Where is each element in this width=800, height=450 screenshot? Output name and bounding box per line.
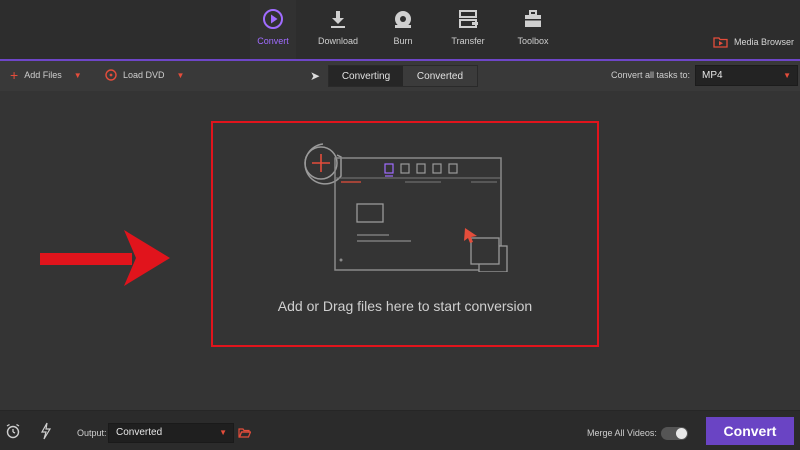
- drop-zone[interactable]: Add or Drag files here to start conversi…: [211, 121, 599, 347]
- convert-button[interactable]: Convert: [706, 417, 794, 445]
- top-nav: Convert Download Burn Transfer Toolbox M…: [0, 0, 800, 60]
- toggle-knob: [676, 428, 687, 439]
- tab-bar: Converting Converted: [328, 65, 478, 87]
- alarm-clock-icon[interactable]: [5, 423, 21, 439]
- nav-label: Burn: [393, 36, 413, 46]
- output-folder-value: Converted: [116, 427, 163, 438]
- play-circle-icon: [263, 9, 283, 29]
- bottom-bar: Output: Converted ▼ Merge All Videos: Co…: [0, 410, 800, 450]
- tab-converted[interactable]: Converted: [403, 66, 477, 86]
- chevron-down-icon: ▼: [783, 71, 791, 80]
- transfer-icon: [459, 10, 478, 28]
- tab-converting[interactable]: Converting: [329, 66, 403, 86]
- nav-convert[interactable]: Convert: [243, 8, 303, 46]
- add-files-button[interactable]: + Add Files ▼: [10, 67, 82, 83]
- media-browser-button[interactable]: Media Browser: [713, 36, 794, 48]
- download-icon: [331, 11, 345, 28]
- nav-label: Download: [317, 36, 359, 46]
- nav-burn[interactable]: Burn: [373, 8, 433, 46]
- nav-download[interactable]: Download: [308, 8, 368, 46]
- output-format-value: MP4: [702, 70, 723, 81]
- media-folder-icon: [713, 37, 728, 48]
- load-dvd-button[interactable]: Load DVD ▼: [105, 69, 184, 81]
- nav-label: Transfer: [451, 36, 485, 46]
- convert-all-label: Convert all tasks to:: [611, 70, 691, 80]
- nav-toolbox[interactable]: Toolbox: [503, 8, 563, 46]
- toolbox-icon: [525, 10, 541, 27]
- dvd-icon: [105, 69, 117, 81]
- nav-transfer[interactable]: Transfer: [438, 8, 498, 46]
- chevron-down-icon[interactable]: ▼: [177, 71, 185, 80]
- merge-videos-toggle[interactable]: [661, 427, 688, 440]
- output-format-select[interactable]: MP4 ▼: [695, 65, 798, 86]
- nav-label: Toolbox: [517, 36, 549, 46]
- drag-files-illustration: [304, 143, 508, 272]
- drop-zone-text: Add or Drag files here to start conversi…: [277, 298, 533, 314]
- add-files-label: Add Files: [24, 70, 62, 80]
- chevron-down-icon[interactable]: ▼: [74, 71, 82, 80]
- nav-label: Convert: [257, 36, 289, 46]
- mouse-cursor-icon: ➤: [310, 69, 321, 83]
- output-label: Output:: [77, 428, 107, 438]
- media-browser-label: Media Browser: [734, 37, 795, 47]
- open-folder-icon[interactable]: [238, 427, 251, 438]
- merge-videos-label: Merge All Videos:: [587, 428, 657, 438]
- disc-icon: [395, 11, 411, 28]
- chevron-down-icon: ▼: [219, 428, 227, 437]
- plus-icon: +: [10, 67, 19, 83]
- load-dvd-label: Load DVD: [123, 70, 165, 80]
- output-folder-select[interactable]: Converted ▼: [108, 423, 234, 443]
- red-arrow-annotation: [40, 230, 170, 286]
- lightning-icon[interactable]: [40, 422, 52, 440]
